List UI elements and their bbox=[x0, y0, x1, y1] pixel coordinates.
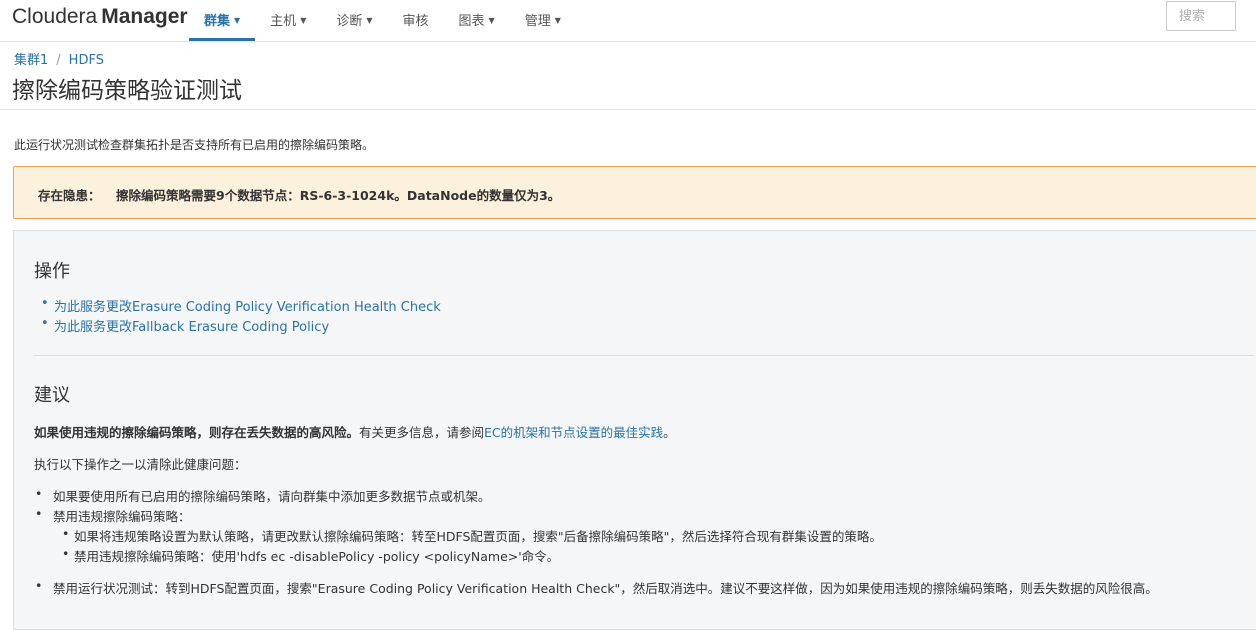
alert-message: 擦除编码策略需要9个数据节点：RS-6-3-1024k。DataNode的数量仅… bbox=[116, 188, 561, 203]
list-item: 为此服务更改Fallback Erasure Coding Policy bbox=[41, 316, 441, 336]
alert-label: 存在隐患： bbox=[38, 188, 101, 203]
risk-warning-bold: 如果使用违规的擦除编码策略，则存在丢失数据的高风险。 bbox=[34, 425, 360, 440]
caret-down-icon: ▼ bbox=[366, 16, 373, 25]
health-alert: 存在隐患： 擦除编码策略需要9个数据节点：RS-6-3-1024k。DataNo… bbox=[13, 166, 1256, 219]
section-divider bbox=[34, 355, 1254, 356]
options-intro: 执行以下操作之一以清除此健康问题： bbox=[34, 457, 247, 472]
brand-name-bold: Manager bbox=[101, 5, 188, 28]
top-navbar: Cloudera Manager 群集 ▼ 主机 ▼ 诊断 ▼ 审核 图表 ▼ 管理 ▼ bbox=[0, 0, 1256, 42]
nav-label: 图表 bbox=[458, 14, 485, 29]
breadcrumb-service-link[interactable]: HDFS bbox=[69, 53, 104, 68]
nav-audits[interactable]: 审核 bbox=[388, 0, 444, 41]
caret-down-icon: ▼ bbox=[234, 16, 241, 25]
nav-label: 管理 bbox=[524, 14, 551, 29]
nav-charts[interactable]: 图表 ▼ bbox=[444, 0, 510, 41]
nav-administration[interactable]: 管理 ▼ bbox=[510, 0, 576, 41]
list-item: 为此服务更改Erasure Coding Policy Verification… bbox=[41, 296, 441, 316]
brand-logo[interactable]: Cloudera Manager bbox=[12, 5, 188, 29]
test-description: 此运行状况测试检查群集拓扑是否支持所有已启用的擦除编码策略。 bbox=[14, 138, 375, 152]
caret-down-icon: ▼ bbox=[300, 16, 307, 25]
nav-label: 主机 bbox=[270, 14, 297, 29]
change-fallback-policy-link[interactable]: 为此服务更改Fallback Erasure Coding Policy bbox=[54, 320, 329, 335]
nav-label: 群集 bbox=[204, 14, 231, 29]
search-input[interactable] bbox=[1166, 1, 1236, 31]
option-add-nodes: 如果要使用所有已启用的擦除编码策略，请向群集中添加更多数据节点或机架。 bbox=[35, 486, 490, 505]
caret-down-icon: ▼ bbox=[488, 16, 495, 25]
page-title: 擦除编码策略验证测试 bbox=[12, 78, 242, 104]
nav-label: 审核 bbox=[402, 14, 429, 29]
nav-diagnostics[interactable]: 诊断 ▼ bbox=[321, 0, 387, 41]
actions-list: 为此服务更改Erasure Coding Policy Verification… bbox=[41, 296, 441, 336]
caret-down-icon: ▼ bbox=[554, 16, 561, 25]
risk-statement: 如果使用违规的擦除编码策略，则存在丢失数据的高风险。有关更多信息，请参阅EC的机… bbox=[34, 422, 676, 441]
option-disable-policy: 禁用违规擦除编码策略： bbox=[35, 506, 190, 525]
option-change-default: 如果将违规策略设置为默认策略，请更改默认擦除编码策略：转至HDFS配置页面，搜索… bbox=[62, 526, 882, 545]
main-nav: 群集 ▼ 主机 ▼ 诊断 ▼ 审核 图表 ▼ 管理 ▼ bbox=[189, 0, 576, 41]
details-panel: 操作 为此服务更改Erasure Coding Policy Verificat… bbox=[13, 230, 1256, 630]
best-practices-link[interactable]: EC的机架和节点设置的最佳实践 bbox=[484, 425, 663, 440]
nav-label: 诊断 bbox=[336, 14, 363, 29]
more-info-text: 有关更多信息，请参阅 bbox=[359, 425, 485, 440]
option-disable-command: 禁用违规擦除编码策略：使用'hdfs ec -disablePolicy -po… bbox=[62, 546, 559, 565]
breadcrumb-cluster-link[interactable]: 集群1 bbox=[14, 53, 48, 68]
more-info-end: 。 bbox=[663, 425, 676, 440]
breadcrumb-separator: / bbox=[56, 53, 61, 68]
change-health-check-link[interactable]: 为此服务更改Erasure Coding Policy Verification… bbox=[54, 300, 441, 315]
actions-heading: 操作 bbox=[34, 261, 70, 282]
header-divider bbox=[0, 109, 1256, 110]
brand-name: Cloudera bbox=[12, 5, 98, 28]
nav-clusters[interactable]: 群集 ▼ bbox=[189, 0, 256, 41]
nav-hosts[interactable]: 主机 ▼ bbox=[255, 0, 321, 41]
option-disable-test: 禁用运行状况测试：转到HDFS配置页面，搜索"Erasure Coding Po… bbox=[35, 578, 1158, 597]
breadcrumb: 集群1 / HDFS bbox=[14, 49, 104, 68]
advice-heading: 建议 bbox=[34, 385, 70, 406]
